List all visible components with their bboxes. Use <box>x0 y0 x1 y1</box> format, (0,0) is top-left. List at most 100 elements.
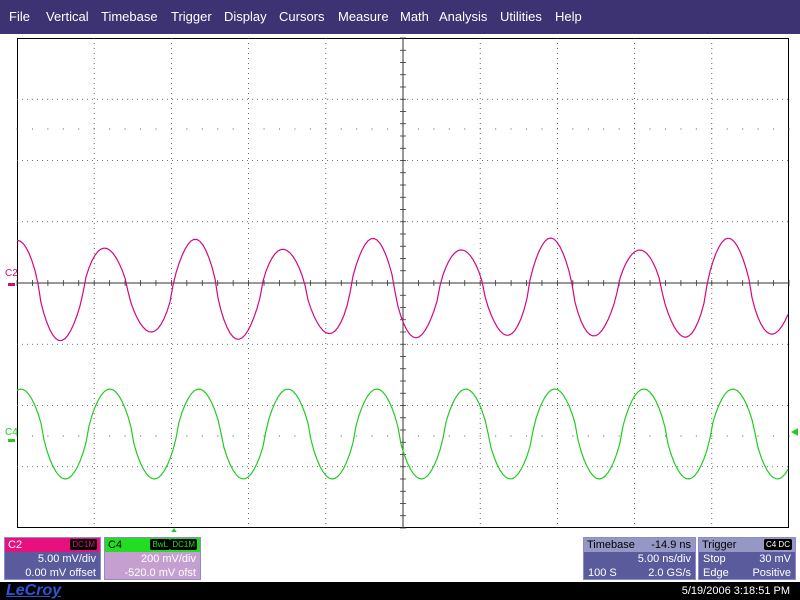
grid-dot <box>217 435 219 437</box>
grid-dot <box>680 435 682 437</box>
grid-dot <box>140 435 142 437</box>
grid-dot <box>232 435 234 437</box>
trigger-slope: Positive <box>752 567 791 579</box>
grid-dot <box>757 435 759 437</box>
grid-dot <box>773 435 775 437</box>
grid-dot <box>495 435 497 437</box>
grid-dot <box>773 128 775 130</box>
grid-dot <box>448 435 450 437</box>
grid-dot <box>47 128 49 130</box>
grid-dot <box>278 128 280 130</box>
grid-dot <box>572 435 574 437</box>
grid-dot <box>170 435 172 437</box>
waveform-display <box>8 37 798 534</box>
timebase-samples: 100 S <box>588 567 617 579</box>
grid-dot <box>109 435 111 437</box>
grid-dot <box>742 128 744 130</box>
grid-dot <box>155 435 157 437</box>
grid-dot <box>371 435 373 437</box>
grid-dot <box>510 128 512 130</box>
grid-dot <box>757 128 759 130</box>
trigger-descriptor[interactable]: Trigger C4 DC Stop 30 mV Edge Positive <box>698 537 796 580</box>
grid-dot <box>201 128 203 130</box>
grid-dot <box>62 128 64 130</box>
timebase-delay: -14.9 ns <box>651 539 691 551</box>
grid-dot <box>587 435 589 437</box>
grid-dot <box>649 128 651 130</box>
c4-trace-label: C4 <box>5 427 18 438</box>
c4-ground-marker[interactable] <box>8 439 15 442</box>
c2-offset: 0.00 mV offset <box>25 567 96 579</box>
date-time: 5/19/2006 3:18:51 PM <box>681 585 790 597</box>
grid-dot <box>170 128 172 130</box>
grid-dot <box>433 435 435 437</box>
grid-dot <box>124 128 126 130</box>
grid-dot <box>587 128 589 130</box>
timebase-title: Timebase <box>587 539 635 551</box>
trigger-level-marker[interactable] <box>791 428 798 436</box>
grid-dot <box>695 435 697 437</box>
trigger-source-badge: C4 DC <box>763 539 792 550</box>
trigger-title: Trigger <box>702 539 737 551</box>
grid-dot <box>618 128 620 130</box>
grid-dot <box>140 128 142 130</box>
grid-dot <box>495 128 497 130</box>
c2-volts-per-div: 5.00 mV/div <box>37 553 96 565</box>
grid-dot <box>618 435 620 437</box>
grid-dot <box>93 435 95 437</box>
status-bar: LeCroy 5/19/2006 3:18:51 PM <box>0 582 800 600</box>
grid-dot <box>78 128 80 130</box>
grid-dot <box>186 435 188 437</box>
grid-dot <box>433 128 435 130</box>
grid-dot <box>603 128 605 130</box>
timebase-descriptor[interactable]: Timebase -14.9 ns 5.00 ns/div 100 S 2.0 … <box>583 537 696 580</box>
c2-name: C2 <box>8 539 23 551</box>
timebase-time-per-div: 5.00 ns/div <box>637 553 691 565</box>
grid-dot <box>294 435 296 437</box>
grid-dot <box>695 128 697 130</box>
grid-dot <box>62 435 64 437</box>
grid-dot <box>356 128 358 130</box>
c2-coupling-badge: DC1M <box>70 539 97 550</box>
grid-dot <box>294 128 296 130</box>
grid-dot <box>340 435 342 437</box>
grid-dot <box>78 435 80 437</box>
grid-dot <box>248 128 250 130</box>
grid-dot <box>634 128 636 130</box>
grid-dot <box>603 435 605 437</box>
c2-descriptor[interactable]: C2 DC1M 5.00 mV/div 0.00 mV offset <box>4 537 101 580</box>
grid-dot <box>31 435 33 437</box>
grid-dot <box>232 128 234 130</box>
trigger-level: 30 mV <box>759 553 791 565</box>
lecroy-logo[interactable]: LeCroy <box>6 582 61 600</box>
grid-dot <box>356 435 358 437</box>
grid-dot <box>109 128 111 130</box>
grid-dot <box>340 128 342 130</box>
grid-dot <box>788 435 790 437</box>
grid-dot <box>263 128 265 130</box>
trigger-type: Edge <box>703 567 729 579</box>
grid-dot <box>371 128 373 130</box>
grid-dot <box>526 435 528 437</box>
grid-dot <box>417 128 419 130</box>
c2-ground-marker[interactable] <box>8 283 15 286</box>
grid-dot <box>31 128 33 130</box>
c2-trace-label: C2 <box>5 268 18 279</box>
grid-dot <box>201 435 203 437</box>
grid-dot <box>47 435 49 437</box>
c4-descriptor[interactable]: C4 BwL DC1M 200 mV/div -520.0 mV ofst <box>104 537 201 580</box>
grid-dot <box>387 435 389 437</box>
grid-dot <box>649 435 651 437</box>
grid-dot <box>572 128 574 130</box>
grid-dot <box>325 435 327 437</box>
c4-offset: -520.0 mV ofst <box>124 567 196 579</box>
grid-dot <box>634 435 636 437</box>
grid-dot <box>664 128 666 130</box>
grid-dot <box>124 435 126 437</box>
trigger-mode: Stop <box>703 553 726 565</box>
grid-dot <box>155 128 157 130</box>
grid-dot <box>556 128 558 130</box>
grid-dot <box>464 128 466 130</box>
grid-dot <box>726 435 728 437</box>
grid-dot <box>93 128 95 130</box>
